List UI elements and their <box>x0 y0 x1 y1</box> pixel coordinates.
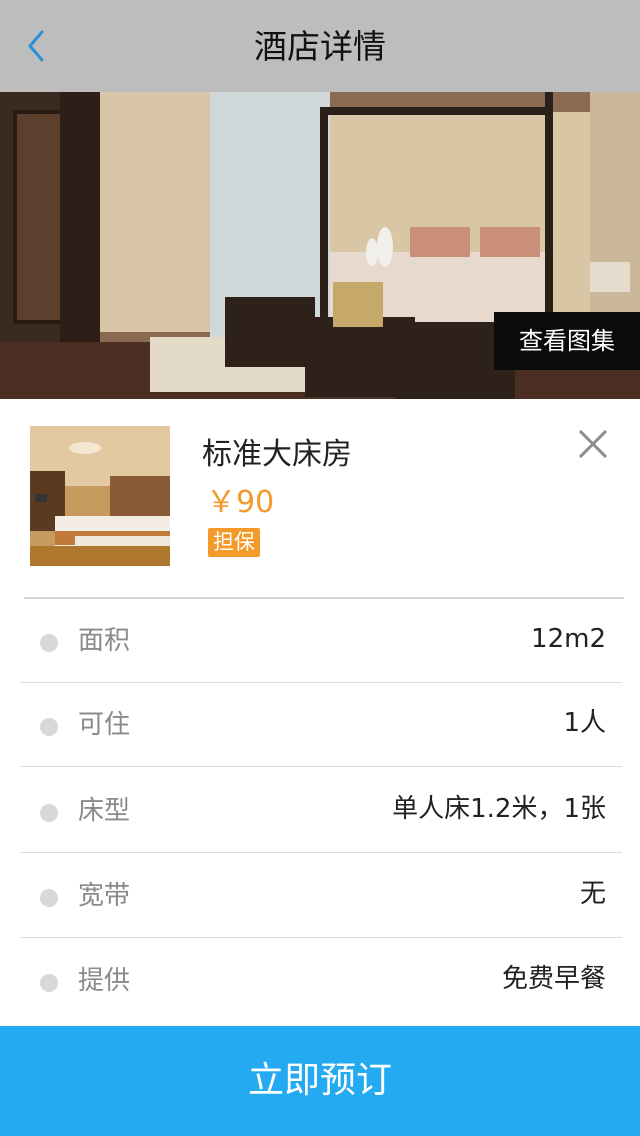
room-name: 标准大床房 <box>202 437 352 472</box>
spec-label: 床型 <box>78 796 131 826</box>
room-summary: 标准大床房 ￥90 担保 <box>0 399 640 597</box>
book-now-button[interactable]: 立即预订 <box>0 1026 640 1136</box>
spec-label: 宽带 <box>78 881 131 911</box>
hotel-hero-image[interactable]: 查看图集 <box>0 92 640 399</box>
divider <box>20 766 622 767</box>
bullet-dot-icon <box>40 634 58 652</box>
bullet-dot-icon <box>40 804 58 822</box>
spec-row-bed-type: 床型 单人床1.2米，1张 <box>0 769 640 853</box>
guarantee-badge: 担保 <box>208 528 260 557</box>
spec-value: 无 <box>579 879 606 909</box>
divider <box>20 937 622 938</box>
nav-bar: 酒店详情 <box>0 0 640 92</box>
spec-label: 可住 <box>78 710 131 740</box>
close-button[interactable] <box>574 425 612 463</box>
spec-label: 提供 <box>78 966 131 996</box>
spec-label: 面积 <box>78 626 131 656</box>
room-price: ￥90 <box>206 485 275 520</box>
spec-row-broadband: 宽带 无 <box>0 854 640 938</box>
room-thumbnail-photo <box>30 426 170 566</box>
view-gallery-button[interactable]: 查看图集 <box>494 312 640 370</box>
bullet-dot-icon <box>40 889 58 907</box>
spec-row-area: 面积 12m2 <box>0 599 640 683</box>
spec-value: 免费早餐 <box>501 964 606 994</box>
spec-row-provided: 提供 免费早餐 <box>0 939 640 1023</box>
page-title: 酒店详情 <box>254 27 386 66</box>
divider <box>20 852 622 853</box>
bullet-dot-icon <box>40 718 58 736</box>
close-icon <box>578 429 608 459</box>
spec-value: 单人床1.2米，1张 <box>392 794 606 824</box>
room-thumbnail[interactable] <box>30 426 170 566</box>
spec-row-occupancy: 可住 1人 <box>0 683 640 767</box>
bullet-dot-icon <box>40 974 58 992</box>
spec-value: 12m2 <box>531 624 606 654</box>
spec-value: 1人 <box>563 708 606 738</box>
